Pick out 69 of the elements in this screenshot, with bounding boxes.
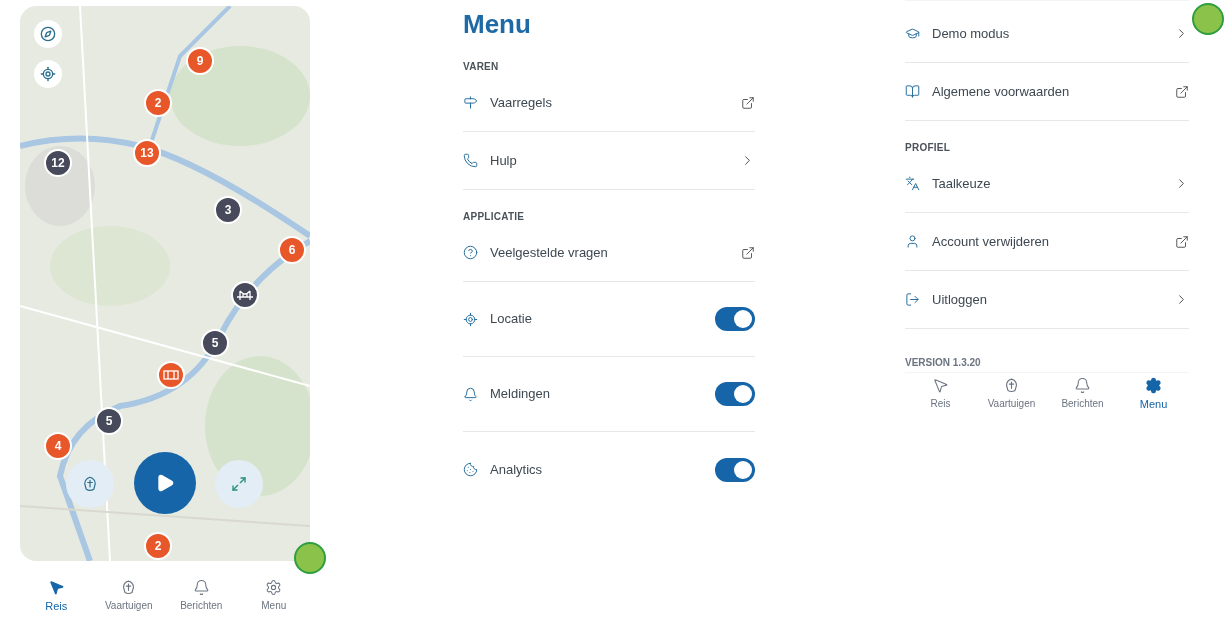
play-icon <box>155 473 175 493</box>
menu-item-label: Hulp <box>490 151 518 170</box>
bell-icon <box>192 579 210 596</box>
user-icon <box>905 234 920 249</box>
menu-item[interactable]: Hulp <box>463 132 755 190</box>
external-link-icon <box>1175 234 1189 249</box>
location-icon <box>463 311 478 327</box>
menu-item-label: Meldingen <box>490 385 551 404</box>
language-icon <box>905 176 920 191</box>
compass-icon <box>40 26 56 42</box>
phone-icon <box>463 153 478 168</box>
menu-item-label: Demo modus <box>932 24 1011 43</box>
menu-item-label: Algemene voorwaarden <box>932 82 1071 101</box>
lock-gate-icon <box>162 369 180 381</box>
menu-item[interactable]: Algemene voorwaarden <box>905 63 1189 121</box>
pointer-icon <box>932 377 949 394</box>
sign-icon <box>463 95 478 110</box>
menu-item[interactable]: Meldingen <box>463 357 755 432</box>
locate-icon <box>40 66 56 82</box>
external-link-icon <box>741 245 755 260</box>
toggle-switch[interactable] <box>715 382 755 406</box>
menu-item-label: Account verwijderen <box>932 232 1051 251</box>
menu-item[interactable]: Veelgestelde vragen <box>463 224 755 282</box>
toggle-switch[interactable] <box>715 307 755 331</box>
toggle-switch[interactable] <box>715 457 755 482</box>
bell-icon <box>1074 377 1091 394</box>
menu-item-label: Locatie <box>490 310 533 329</box>
graduation-cap-icon <box>905 26 920 41</box>
external-link-icon <box>1175 84 1189 99</box>
external-link-icon <box>741 95 755 110</box>
menu-item[interactable]: Account verwijderen <box>905 213 1189 271</box>
settings-icon <box>1145 377 1162 394</box>
menu-item-label: Vaarregels <box>490 93 553 112</box>
menu-item[interactable]: Locatie <box>463 282 755 357</box>
tap-marker <box>294 542 326 574</box>
tap-marker <box>1192 3 1224 35</box>
boat-icon <box>81 475 99 493</box>
nav-tab[interactable]: Berichten <box>1050 377 1115 413</box>
nav-tab[interactable]: Berichten <box>169 579 234 615</box>
section-header: PROFIEL <box>905 141 952 155</box>
nav-tab[interactable]: Reis <box>908 377 973 413</box>
section-header: VAREN <box>463 60 500 74</box>
nav-tab[interactable]: Vaartuigen <box>96 579 161 615</box>
settings-icon <box>265 579 283 596</box>
menu-item-label: Taalkeuze <box>932 174 992 193</box>
bridge-icon <box>236 289 254 301</box>
menu-item[interactable]: Taalkeuze <box>905 155 1189 213</box>
menu-item[interactable]: Demo modus <box>905 5 1189 63</box>
section-header: APPLICATIE <box>463 210 526 224</box>
nav-tab[interactable]: Vaartuigen <box>979 377 1044 413</box>
menu-item[interactable]: Analytics <box>463 432 755 507</box>
menu-item[interactable]: Uitloggen <box>905 271 1189 329</box>
book-icon <box>905 84 920 99</box>
version-label: VERSION 1.3.20 <box>905 356 982 370</box>
cookie-icon <box>463 462 478 477</box>
boat-icon <box>1003 377 1020 394</box>
menu-item-label: Analytics <box>490 460 544 479</box>
logout-icon <box>905 292 920 307</box>
nav-tab[interactable]: Reis <box>24 579 89 615</box>
expand-icon <box>231 476 247 492</box>
nav-tab[interactable]: Menu <box>1121 377 1186 413</box>
menu-item[interactable]: Vaarregels <box>463 74 755 132</box>
menu-item-label: Veelgestelde vragen <box>490 243 609 262</box>
bell-icon <box>463 386 478 402</box>
nav-tab[interactable]: Menu <box>241 579 306 615</box>
menu-item-label: Uitloggen <box>932 290 988 309</box>
pointer-icon <box>47 579 65 596</box>
page-title: Menu <box>463 8 532 40</box>
help-icon <box>463 245 478 260</box>
